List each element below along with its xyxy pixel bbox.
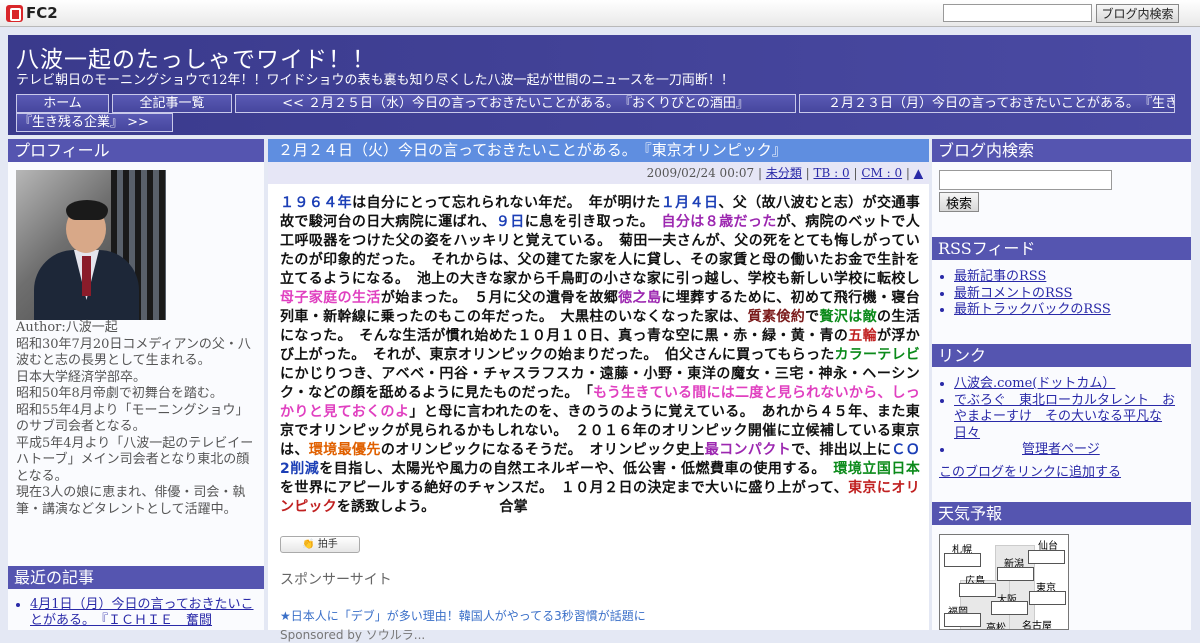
list-item: 最新記事のRSS — [954, 269, 1186, 286]
entry-highlight: 環境最優先 — [308, 442, 381, 458]
list-item: 八波会.come(ドットカム） — [954, 376, 1186, 393]
recent-entries-heading: 最近の記事 — [8, 566, 264, 589]
fc2-logo-text: FC2 — [26, 4, 58, 22]
entry-text: は自分にとって忘れられない年だ。 年が明けた — [352, 195, 661, 211]
fc2-search-button[interactable]: ブログ内検索 — [1096, 4, 1179, 23]
blog-search-input[interactable] — [939, 170, 1112, 190]
rss-latest-entries[interactable]: 最新記事のRSS — [954, 269, 1046, 284]
nav-all-entries[interactable]: 全記事一覧 — [112, 94, 232, 113]
entry-category-link[interactable]: 未分類 — [766, 166, 802, 180]
entry-text: のオリンピックになるそうだ。 オリンピック史上 — [380, 442, 705, 458]
sponsor-link[interactable]: ★日本人に「デブ」が多い理由！韓国人がやってる3秒習慣が話題に — [280, 607, 646, 624]
profile-line: 日本大学経済学部卒。 — [16, 369, 147, 385]
entry-text: を誘致しよう。 合掌 — [336, 499, 528, 515]
rss-heading: RSSフィード — [932, 237, 1191, 260]
comment-link[interactable]: CM : 0 — [861, 166, 902, 180]
fc2-search-input[interactable] — [943, 4, 1092, 22]
clap-label: 拍手 — [317, 539, 338, 550]
blog-description: テレビ朝日のモーニングショウで12年！！ワイドショウの表も裏も知り尽くした八波一… — [16, 73, 734, 88]
entry-highlight: 質素倹約 — [747, 309, 806, 325]
entry-highlight: 自分は８歳だった — [661, 214, 777, 230]
admin-page-link[interactable]: 管理者ページ — [1022, 442, 1100, 457]
clap-button[interactable]: 👏 拍手 — [280, 536, 360, 553]
weather-map[interactable]: 札幌 仙台 新潟 広島 東京 大阪 福岡 高松 名古屋 — [939, 534, 1069, 630]
entry-text: が始まった。 ５月に父の遺骨を故郷 — [380, 290, 619, 306]
rss-list: 最新記事のRSS 最新コメントのRSS 最新トラックバックのRSS — [954, 269, 1186, 319]
entry-highlight: カラーテレビ — [834, 347, 920, 363]
fc2-logo-icon — [6, 4, 23, 22]
profile-line: 平成5年4月より「八波一起のテレビイーハトーブ」メイン司会者となり東北の顔となる… — [16, 435, 254, 484]
rss-latest-comments[interactable]: 最新コメントのRSS — [954, 286, 1072, 301]
link-deblog[interactable]: でぶろぐ 東北ローカルタレント おやまよーすけ その大いなる平凡な日々 — [954, 393, 1175, 441]
list-item: 最新コメントのRSS — [954, 286, 1186, 303]
blog-search-heading: ブログ内検索 — [932, 139, 1191, 162]
profile-line: 昭和55年4月より「モーニングショウ」のサブ司会者となる。 — [16, 402, 249, 435]
nav-prev-entry[interactable]: << ２月２５日（水）今日の言っておきたいことがある。 『おくりびとの酒田』 — [235, 94, 796, 113]
entry-highlight: 最コンパクト — [704, 442, 792, 458]
weather-city: 名古屋 — [1022, 621, 1052, 630]
entry-text: を世界にアピールする絶好のチャンスだ。 １０月２日の決定まで大いに盛り上がって、 — [280, 480, 849, 496]
list-item: 4月1日（月）今日の言っておきたいことがある。 『ＩＣＨＩＥ 奮闘 — [30, 597, 258, 629]
nav-next-entry[interactable]: ２月２３日（月）今日の言っておきたいことがある。 『生き残る企業』 >> — [799, 94, 1175, 113]
entry-highlight: １９６４年 — [280, 195, 353, 211]
clap-icon: 👏 — [302, 539, 318, 550]
nav-next-entry-cont[interactable]: 『生き残る企業』 >> — [16, 113, 173, 132]
recent-entries-list: 4月1日（月）今日の言っておきたいことがある。 『ＩＣＨＩＥ 奮闘 — [30, 597, 258, 629]
entry-date: 2009/02/24 00:07 — [646, 166, 755, 180]
entry-highlight: 環境立国日本 — [833, 461, 921, 477]
profile-text: Author:八波一起 昭和30年7月20日コメディアンの父・八波むと志の長男と… — [16, 320, 256, 518]
entry-highlight: １月４日 — [660, 195, 719, 211]
entry-text: で、排出以上に — [791, 442, 892, 458]
list-item: でぶろぐ 東北ローカルタレント おやまよーすけ その大いなる平凡な日々 — [954, 393, 1186, 443]
profile-photo — [16, 170, 166, 320]
list-item: 最新トラックバックのRSS — [954, 302, 1186, 319]
links-heading: リンク — [932, 344, 1191, 367]
entry-highlight: 徳之島 — [618, 290, 662, 306]
entry-text: に息を引き取った。 — [524, 214, 662, 230]
entry-text: を目指し、太陽光や風力の自然エネルギーや、低公害・低燃費車の使用する。 — [319, 461, 834, 477]
weather-heading: 天気予報 — [932, 502, 1191, 525]
main-content: ２月２４日（火）今日の言っておきたいことがある。 『東京オリンピック』 2009… — [268, 139, 929, 642]
blog-search-button[interactable]: 検索 — [939, 192, 979, 212]
sponsor-source: Sponsored by ソウルラ... — [280, 628, 426, 642]
nav-home[interactable]: ホーム — [16, 94, 109, 113]
entry-highlight: 五輪 — [848, 328, 878, 344]
page-top-link[interactable]: ▲ — [914, 166, 923, 180]
right-sidebar: ブログ内検索 検索 RSSフィード 最新記事のRSS 最新コメントのRSS 最新… — [932, 139, 1191, 630]
fc2-toolbar: FC2 ブログ内検索 — [0, 0, 1200, 27]
entry-text: で — [805, 309, 820, 325]
profile-line: Author:八波一起 — [16, 320, 118, 335]
entry-highlight: ９日 — [495, 214, 525, 230]
profile-line: 昭和30年7月20日コメディアンの父・八波むと志の長男として生まれる。 — [16, 336, 251, 369]
entry-title[interactable]: ２月２４日（火）今日の言っておきたいことがある。 『東京オリンピック』 — [268, 139, 929, 162]
entry-meta: 2009/02/24 00:07 | 未分類 | TB : 0 | CM : 0… — [268, 162, 929, 184]
profile-heading: プロフィール — [8, 139, 264, 162]
sponsor-heading: スポンサーサイト — [280, 572, 392, 588]
entry-highlight: 母子家庭の生活 — [280, 290, 381, 306]
profile-line: 現在3人の娘に恵まれ、俳優・司会・執筆・講演などタレントとして活躍中。 — [16, 485, 246, 517]
rss-latest-trackbacks[interactable]: 最新トラックバックのRSS — [954, 302, 1111, 317]
blog-header: 八波一起のたっしゃでワイド！！ テレビ朝日のモーニングショウで12年！！ワイドシ… — [8, 35, 1191, 135]
weather-city: 高松 — [986, 623, 1006, 630]
profile-line: 昭和50年8月帝劇で初舞台を踏む。 — [16, 386, 223, 401]
entry-highlight: 贅沢は敵 — [819, 309, 878, 325]
recent-entry-link[interactable]: 4月1日（月）今日の言っておきたいことがある。 『ＩＣＨＩＥ 奮闘 — [30, 597, 254, 628]
trackback-link[interactable]: TB : 0 — [814, 166, 850, 180]
list-item: 管理者ページ — [954, 442, 1186, 459]
fc2-logo[interactable]: FC2 — [6, 4, 58, 22]
add-link-link[interactable]: このブログをリンクに追加する — [939, 461, 1121, 480]
left-sidebar: プロフィール Author:八波一起 昭和30年7月20日コメディアンの父・八波… — [8, 139, 264, 630]
link-hachinamikai[interactable]: 八波会.come(ドットカム） — [954, 376, 1115, 391]
entry-body: １９６４年は自分にとって忘れられない年だ。 年が明けた１月４日、父（故八波むと志… — [280, 194, 920, 517]
links-list: 八波会.come(ドットカム） でぶろぐ 東北ローカルタレント おやまよーすけ … — [954, 376, 1186, 459]
